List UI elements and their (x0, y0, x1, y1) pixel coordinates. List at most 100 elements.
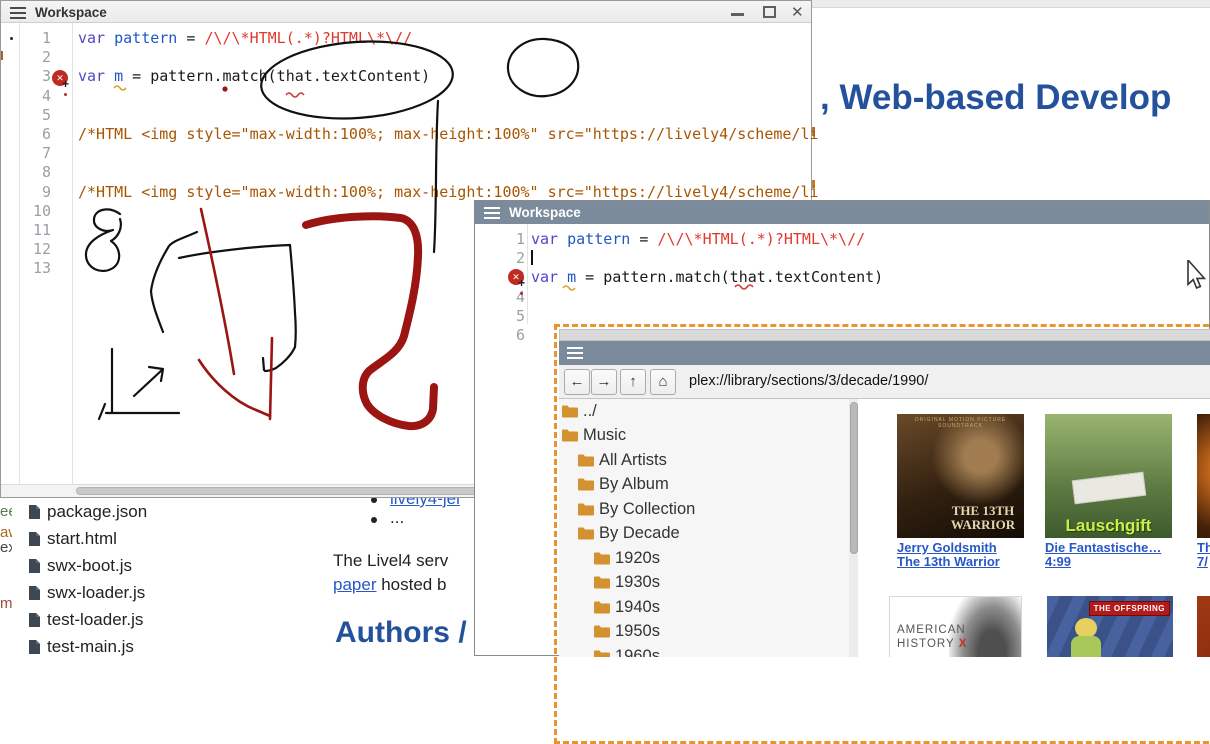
hamburger-icon[interactable] (484, 207, 500, 219)
code-line[interactable]: var pattern = /\/\*HTML(.*)?HTML\*\// (531, 230, 883, 249)
folder-label: 1960s (615, 647, 660, 657)
album-cover-clipped[interactable] (1197, 414, 1210, 538)
folder-label: ../ (583, 402, 597, 421)
album-link[interactable]: 7/ (1197, 555, 1208, 570)
page-top-strip (812, 0, 1210, 8)
folder-label: 1940s (615, 598, 660, 617)
error-icon[interactable]: ✕+ (52, 70, 69, 87)
folder-icon (561, 428, 579, 443)
file-icon (28, 531, 41, 547)
browser-menubar[interactable] (559, 341, 1210, 365)
folder-item-1950s[interactable]: 1950s (559, 620, 849, 645)
file-item-swx-boot-js[interactable]: swx-boot.js (28, 552, 328, 579)
minimize-icon[interactable] (731, 13, 744, 16)
code-line[interactable]: var pattern = /\/\*HTML(.*)?HTML\*\// (78, 29, 819, 48)
folder-item-allartists[interactable]: All Artists (559, 448, 849, 473)
maximize-icon[interactable] (763, 6, 776, 18)
line-number: 12 (23, 240, 51, 259)
folder-icon (561, 404, 579, 419)
file-label: swx-loader.js (47, 583, 145, 603)
gutter-separator (72, 23, 73, 485)
album-cover-american-history-x[interactable]: AMERICAN HISTORY X (889, 596, 1022, 657)
album-cover-lauschgift[interactable]: Lauschgift (1045, 414, 1172, 538)
folder-icon (593, 600, 611, 615)
line-number: 2 (497, 249, 525, 268)
code-line[interactable]: var m = pattern.match(that.textContent) (78, 67, 819, 86)
file-label: swx-boot.js (47, 556, 132, 576)
cover-sign (1072, 472, 1146, 505)
album-cover-13th-warrior[interactable]: ORIGINAL MOTION PICTURE SOUNDTRACK THE 1… (897, 414, 1024, 538)
paragraph-line: paper hosted b (333, 575, 446, 595)
folder-icon (577, 477, 595, 492)
code-line[interactable] (78, 87, 819, 106)
close-icon[interactable]: ✕ (791, 3, 804, 21)
clipped-text-fragment: m (0, 595, 12, 612)
file-label: test-loader.js (47, 610, 143, 630)
album-link[interactable]: 4:99 (1045, 555, 1071, 570)
folder-label: 1930s (615, 573, 660, 592)
error-icon[interactable]: ✕+ (508, 269, 525, 286)
line-number: 6 (497, 326, 525, 345)
home-button[interactable]: ⌂ (650, 369, 676, 395)
folder-item-bydecade[interactable]: By Decade (559, 522, 849, 547)
hamburger-icon[interactable] (567, 347, 583, 359)
line-number: 11 (23, 221, 51, 240)
cover-figure (1075, 618, 1097, 638)
line-number: 5 (497, 307, 525, 326)
up-button[interactable]: ↑ (620, 369, 646, 395)
back-button[interactable]: ← (564, 369, 590, 395)
folder-item-1940s[interactable]: 1940s (559, 595, 849, 620)
line-number: 5 (23, 106, 51, 125)
window-title: Workspace (509, 205, 581, 220)
folder-item-music[interactable]: Music (559, 424, 849, 449)
paragraph-line: The Livel4 serv (333, 551, 448, 571)
line-number: 2 (23, 48, 51, 67)
file-item-swx-loader-js[interactable]: swx-loader.js (28, 579, 328, 606)
folder-icon (577, 526, 595, 541)
annotation-gutter (1, 23, 20, 484)
line-number: 1 (23, 29, 51, 48)
page-heading: , Web-based Develop (820, 78, 1171, 118)
clipped-text-fragment: ee (0, 503, 12, 520)
folder-item-1960s[interactable]: 1960s (559, 644, 849, 657)
browser-toolbar: ← → ↑ ⌂ plex://library/sections/3/decade… (559, 365, 1210, 399)
code-line[interactable] (78, 106, 819, 125)
window-titlebar[interactable]: Workspace (475, 201, 1209, 224)
file-item-test-loader-js[interactable]: test-loader.js (28, 606, 328, 633)
album-link[interactable]: The 13th Warrior (897, 555, 1000, 570)
folder-item-byalbum[interactable]: By Album (559, 473, 849, 498)
folder-label: 1920s (615, 549, 660, 568)
cover-figure (1071, 636, 1101, 657)
code-line[interactable]: /*HTML <img style="max-width:100%; max-h… (78, 125, 819, 144)
hamburger-icon[interactable] (10, 7, 26, 19)
url-input[interactable]: plex://library/sections/3/decade/1990/ (689, 373, 928, 389)
workspace-window-2: Workspace 123456 var pattern = /\/\*HTML… (474, 200, 1210, 656)
folder-label: By Collection (599, 500, 695, 519)
gutter-tick (1, 51, 3, 60)
scrollbar-thumb[interactable] (850, 402, 858, 554)
folder-item-bycollection[interactable]: By Collection (559, 497, 849, 522)
code-line[interactable] (78, 48, 819, 67)
code-line[interactable]: /*HTML <img style="max-width:100%; max-h… (78, 183, 819, 202)
forward-button[interactable]: → (591, 369, 617, 395)
album-cover-offspring[interactable]: THE OFFSPRING (1047, 596, 1173, 657)
folder-item-[interactable]: ../ (559, 399, 849, 424)
folder-item-1930s[interactable]: 1930s (559, 571, 849, 596)
file-item-package-json[interactable]: package.json (28, 498, 328, 525)
file-item-start-html[interactable]: start.html (28, 525, 328, 552)
folder-icon (577, 502, 595, 517)
folder-item-1920s[interactable]: 1920s (559, 546, 849, 571)
code-line[interactable] (78, 163, 819, 182)
code-line[interactable] (531, 249, 883, 268)
folder-icon (577, 453, 595, 468)
paper-link[interactable]: paper (333, 575, 376, 594)
code-line[interactable]: var m = pattern.match(that.textContent) (531, 268, 883, 287)
code-line[interactable] (78, 144, 819, 163)
vertical-scrollbar[interactable] (849, 399, 858, 657)
album-cover-clipped[interactable] (1197, 596, 1210, 657)
window-title: Workspace (35, 5, 107, 20)
window-titlebar[interactable]: Workspace ✕ (1, 1, 811, 23)
code-line[interactable] (531, 288, 883, 307)
line-number: 13 (23, 259, 51, 278)
folder-tree: ../ MusicAll ArtistsBy Album By Collection… (559, 399, 849, 657)
